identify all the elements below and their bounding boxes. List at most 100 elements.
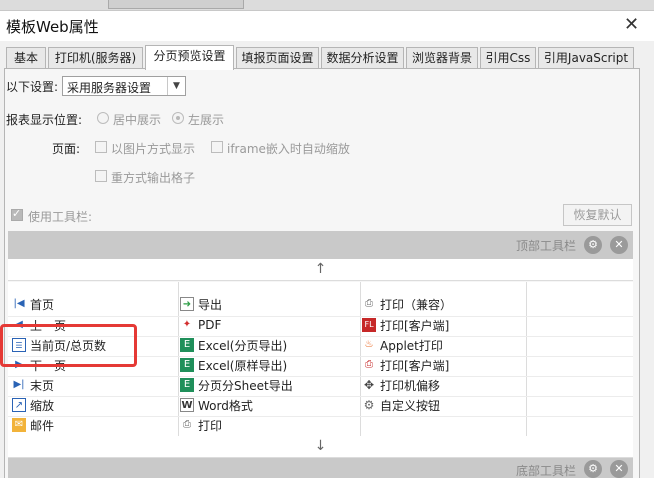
move-down-arrow[interactable]: ↓ [8,436,633,458]
btn-excel-original[interactable]: E Excel(原样导出) [180,355,287,375]
btn-label: Excel(分页导出) [198,338,288,353]
reset-default-button[interactable]: 恢复默认 [563,204,632,226]
excel-sheet-icon: E [180,378,194,392]
btn-label: 首页 [30,297,55,312]
btn-label: 自定义按钮 [380,398,441,413]
btn-prev-page[interactable]: ◀ 上一页 [12,315,66,335]
java-icon: ♨ [364,339,374,350]
grid-row-divider [8,376,633,377]
tab-printer-server[interactable]: 打印机(服务器) [48,47,143,69]
btn-print-compat[interactable]: ⎙ 打印（兼容） [362,294,452,314]
chevron-down-icon: ▼ [167,77,185,95]
top-toolbar-label: 顶部工具栏 [516,239,577,253]
btn-last-page[interactable]: ▶| 末页 [12,375,54,395]
grid-column-divider [360,282,361,436]
btn-label: 邮件 [30,418,55,433]
tab-data-analysis[interactable]: 数据分析设置 [321,47,404,69]
btn-next-page[interactable]: ▶ 下一页 [12,355,66,375]
next-page-icon: ▶ [15,359,23,370]
btn-label: PDF [198,318,222,332]
btn-zoom[interactable]: ↗ 缩放 [12,395,54,415]
btn-pdf[interactable]: ✦ PDF [180,315,222,335]
first-page-icon: |◀ [13,298,25,309]
btn-label: 末页 [30,378,55,393]
btn-label: Excel(原样导出) [198,358,288,373]
left-label: 左展示 [188,113,225,127]
tab-css[interactable]: 引用Css [480,47,536,69]
remove-icon[interactable]: ✕ [610,460,628,478]
dialog-title: 模板Web属性 [6,18,99,36]
btn-label: Word格式 [198,398,253,413]
mode-select[interactable]: 采用服务器设置 ▼ [62,76,186,96]
center-label: 居中展示 [113,113,162,127]
btn-excel-paged[interactable]: E Excel(分页导出) [180,335,287,355]
pdf-icon: ✦ [182,319,192,330]
mode-select-value: 采用服务器设置 [67,81,152,95]
tab-javascript[interactable]: 引用JavaScript [538,47,634,69]
remove-icon[interactable]: ✕ [610,236,628,254]
tab-basic[interactable]: 基本 [6,47,46,69]
grid-row-divider [8,356,633,357]
btn-print-client[interactable]: ⎙ 打印[客户端] [362,355,449,375]
btn-label: 打印机偏移 [380,378,441,393]
flash-print-icon: FL [362,318,376,332]
grid-column-divider [526,282,527,436]
grid-row-divider [8,316,633,317]
image-mode-checkbox[interactable] [95,141,107,153]
btn-label: 当前页/总页数 [30,338,107,353]
btn-printer-offset[interactable]: ✥ 打印机偏移 [362,375,440,395]
image-mode-label: 以图片方式显示 [111,142,196,156]
btn-label: 打印（兼容） [380,297,453,312]
btn-label: 下一页 [30,358,67,373]
page-label: 页面: [52,142,81,156]
zoom-icon: ↗ [12,398,26,412]
mode-label: 以下设置: [6,80,59,94]
left-radio[interactable] [172,112,184,124]
center-radio[interactable] [97,112,109,124]
btn-page-count[interactable]: ☰ 当前页/总页数 [12,335,106,355]
printer-icon: ⎙ [365,298,373,309]
btn-word[interactable]: W Word格式 [180,395,253,415]
bottom-toolbar: 底部工具栏 ⚙ ✕ [8,458,633,478]
btn-label: Applet打印 [380,338,443,353]
tab-fill-page[interactable]: 填报页面设置 [236,47,319,69]
background-window-fragment [108,0,244,9]
btn-print-client-flash[interactable]: FL 打印[客户端] [362,315,449,335]
btn-custom[interactable]: ⚙ 自定义按钮 [362,395,440,415]
tab-paging-preview[interactable]: 分页预览设置 [145,45,234,70]
btn-first-page[interactable]: |◀ 首页 [12,294,54,314]
gear-icon[interactable]: ⚙ [584,236,602,254]
excel-icon: E [180,338,194,352]
btn-excel-sheet[interactable]: E 分页分Sheet导出 [180,375,293,395]
background-window-strip [0,0,654,10]
tab-browser-background[interactable]: 浏览器背景 [406,47,478,69]
page-count-icon: ☰ [12,338,26,352]
btn-label: 打印[客户端] [380,358,450,373]
grid-column-divider [178,282,179,436]
mail-icon: ✉ [12,418,26,432]
last-page-icon: ▶| [13,379,25,390]
tab-bar: 基本 打印机(服务器) 分页预览设置 填报页面设置 数据分析设置 浏览器背景 引… [0,45,654,70]
btn-mail[interactable]: ✉ 邮件 [12,415,54,435]
iframe-scale-checkbox[interactable] [211,141,223,153]
reformat-checkbox[interactable] [95,170,107,182]
btn-export[interactable]: ➜ 导出 [180,294,222,314]
use-toolbar-label: 使用工具栏: [28,210,93,224]
toolbar-button-grid: |◀ 首页 ◀ 上一页 ☰ 当前页/总页数 ▶ 下一页 ▶| 末页 ↗ 缩放 ✉ 邮件 ➜ 导出… [8,282,633,436]
btn-print[interactable]: ⎙ 打印 [180,415,222,435]
reformat-label: 重方式输出格子 [111,171,196,185]
export-icon: ➜ [180,297,194,311]
btn-applet-print[interactable]: ♨ Applet打印 [362,335,443,355]
print-icon: ⎙ [183,419,191,430]
btn-label: 打印 [198,418,223,433]
position-label: 报表显示位置: [6,113,83,127]
close-icon[interactable]: ✕ [624,14,639,35]
btn-label: 分页分Sheet导出 [198,378,293,393]
title-bar: 模板Web属性 ✕ [0,11,654,41]
grid-row-divider [8,416,633,417]
use-toolbar-checkbox[interactable] [11,207,23,221]
move-up-arrow[interactable]: ↑ [8,259,633,281]
gear-icon[interactable]: ⚙ [584,460,602,478]
grid-row-divider [8,396,633,397]
bottom-toolbar-label: 底部工具栏 [516,464,577,478]
